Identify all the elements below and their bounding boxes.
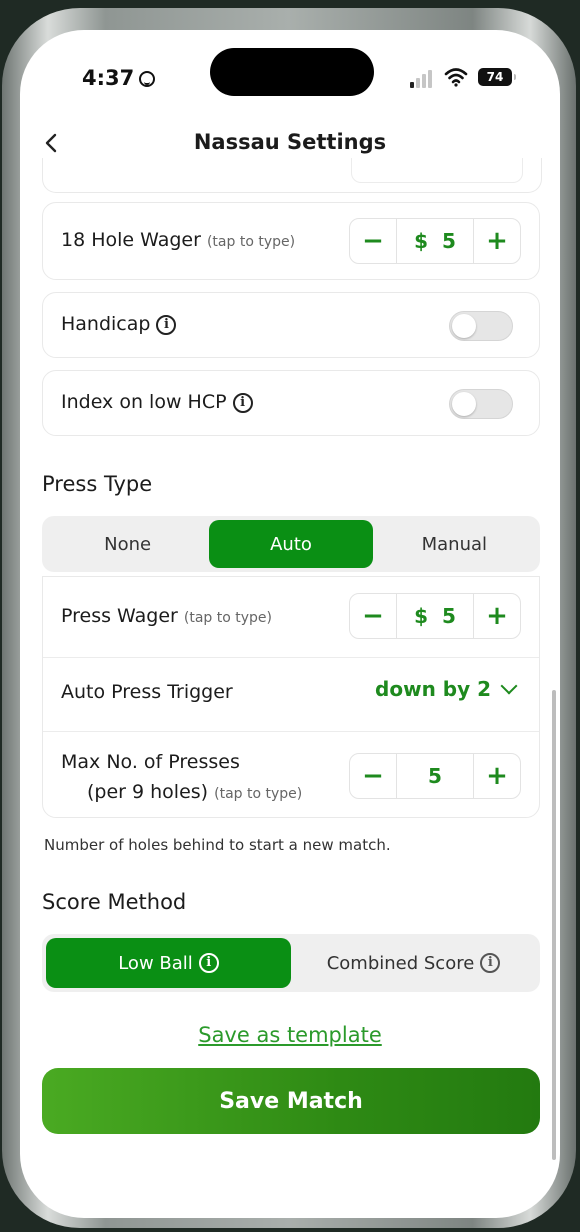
wager-18-minus-button[interactable]: − bbox=[350, 219, 396, 263]
auto-trigger-dropdown[interactable]: down by 2 bbox=[375, 677, 518, 701]
press-wager-label: Press Wager bbox=[61, 605, 178, 627]
press-wager-value[interactable]: $ 5 bbox=[396, 594, 474, 638]
handicap-toggle[interactable] bbox=[449, 311, 513, 341]
score-method-low-ball[interactable]: Low Ball i bbox=[46, 938, 291, 988]
score-method-combined[interactable]: Combined Score i bbox=[291, 938, 536, 988]
wager-18-amount: 5 bbox=[442, 229, 456, 253]
auto-trigger-value: down by 2 bbox=[375, 677, 491, 701]
press-wager-plus-button[interactable]: + bbox=[474, 594, 520, 638]
face-icon bbox=[139, 71, 155, 87]
max-presses-minus-button[interactable]: − bbox=[350, 754, 396, 798]
index-low-label: Index on low HCP bbox=[61, 391, 227, 413]
combined-score-label: Combined Score bbox=[326, 952, 475, 974]
press-type-auto[interactable]: Auto bbox=[209, 520, 373, 568]
chevron-down-icon bbox=[500, 677, 518, 695]
max-presses-plus-button[interactable]: + bbox=[474, 754, 520, 798]
handicap-card: Handicap i bbox=[42, 292, 540, 358]
max-presses-label-row[interactable]: Max No. of Presses (per 9 holes) (tap to… bbox=[61, 747, 302, 809]
wager-18-value[interactable]: $ 5 bbox=[396, 219, 474, 263]
divider bbox=[43, 657, 539, 658]
divider bbox=[43, 731, 539, 732]
info-icon[interactable]: i bbox=[198, 953, 219, 973]
wifi-icon bbox=[444, 68, 468, 87]
signal-icon bbox=[410, 70, 436, 88]
max-presses-stepper: − 5 + bbox=[349, 753, 521, 799]
press-wager-amount: 5 bbox=[442, 604, 456, 628]
press-wager-stepper: − $ 5 + bbox=[349, 593, 521, 639]
press-type-segmented: None Auto Manual bbox=[42, 516, 540, 572]
wager-18-card: 18 Hole Wager (tap to type) − $ 5 + bbox=[42, 202, 540, 280]
wager-18-label: 18 Hole Wager bbox=[61, 229, 201, 251]
wager-18-stepper: − $ 5 + bbox=[349, 218, 521, 264]
max-presses-label: Max No. of Presses bbox=[61, 751, 240, 773]
status-time: 4:37 bbox=[82, 66, 135, 90]
currency-symbol: $ bbox=[414, 604, 428, 628]
handicap-label: Handicap bbox=[61, 313, 151, 335]
previous-setting-card bbox=[42, 158, 542, 193]
press-settings-card: Press Wager (tap to type) − $ 5 + Auto P… bbox=[42, 576, 540, 818]
max-presses-hint: (tap to type) bbox=[214, 786, 303, 802]
index-low-card: Index on low HCP i bbox=[42, 370, 540, 436]
save-match-button[interactable]: Save Match bbox=[42, 1068, 540, 1134]
dynamic-island bbox=[210, 48, 374, 96]
save-template-link[interactable]: Save as template bbox=[20, 1023, 560, 1047]
info-icon[interactable]: i bbox=[156, 314, 177, 335]
wager-18-plus-button[interactable]: + bbox=[474, 219, 520, 263]
wager-18-label-row[interactable]: 18 Hole Wager (tap to type) bbox=[61, 229, 295, 251]
auto-trigger-label: Auto Press Trigger bbox=[61, 681, 233, 703]
wager-18-hint: (tap to type) bbox=[206, 234, 296, 250]
score-method-title: Score Method bbox=[42, 890, 187, 914]
app-screen: 4:37 74 Nassau Settings 18 Hole Wager (t… bbox=[20, 30, 560, 1218]
press-wager-label-row[interactable]: Press Wager (tap to type) bbox=[61, 605, 272, 627]
info-icon[interactable]: i bbox=[480, 953, 501, 973]
page-title: Nassau Settings bbox=[193, 130, 387, 154]
score-method-segmented: Low Ball i Combined Score i bbox=[42, 934, 540, 992]
max-presses-sublabel: (per 9 holes) bbox=[87, 781, 209, 803]
phone-frame: 4:37 74 Nassau Settings 18 Hole Wager (t… bbox=[2, 8, 576, 1228]
press-help-note: Number of holes behind to start a new ma… bbox=[44, 836, 391, 854]
press-type-title: Press Type bbox=[42, 472, 153, 496]
press-wager-minus-button[interactable]: − bbox=[350, 594, 396, 638]
battery-icon: 74 bbox=[478, 68, 516, 86]
low-ball-label: Low Ball bbox=[118, 952, 193, 974]
currency-symbol: $ bbox=[414, 229, 428, 253]
press-wager-hint: (tap to type) bbox=[183, 610, 272, 626]
info-icon[interactable]: i bbox=[232, 392, 253, 413]
press-type-none[interactable]: None bbox=[46, 520, 209, 568]
press-type-manual[interactable]: Manual bbox=[373, 520, 536, 568]
scrollbar[interactable] bbox=[552, 690, 556, 1160]
max-presses-value[interactable]: 5 bbox=[396, 754, 474, 798]
index-low-toggle[interactable] bbox=[449, 389, 513, 419]
